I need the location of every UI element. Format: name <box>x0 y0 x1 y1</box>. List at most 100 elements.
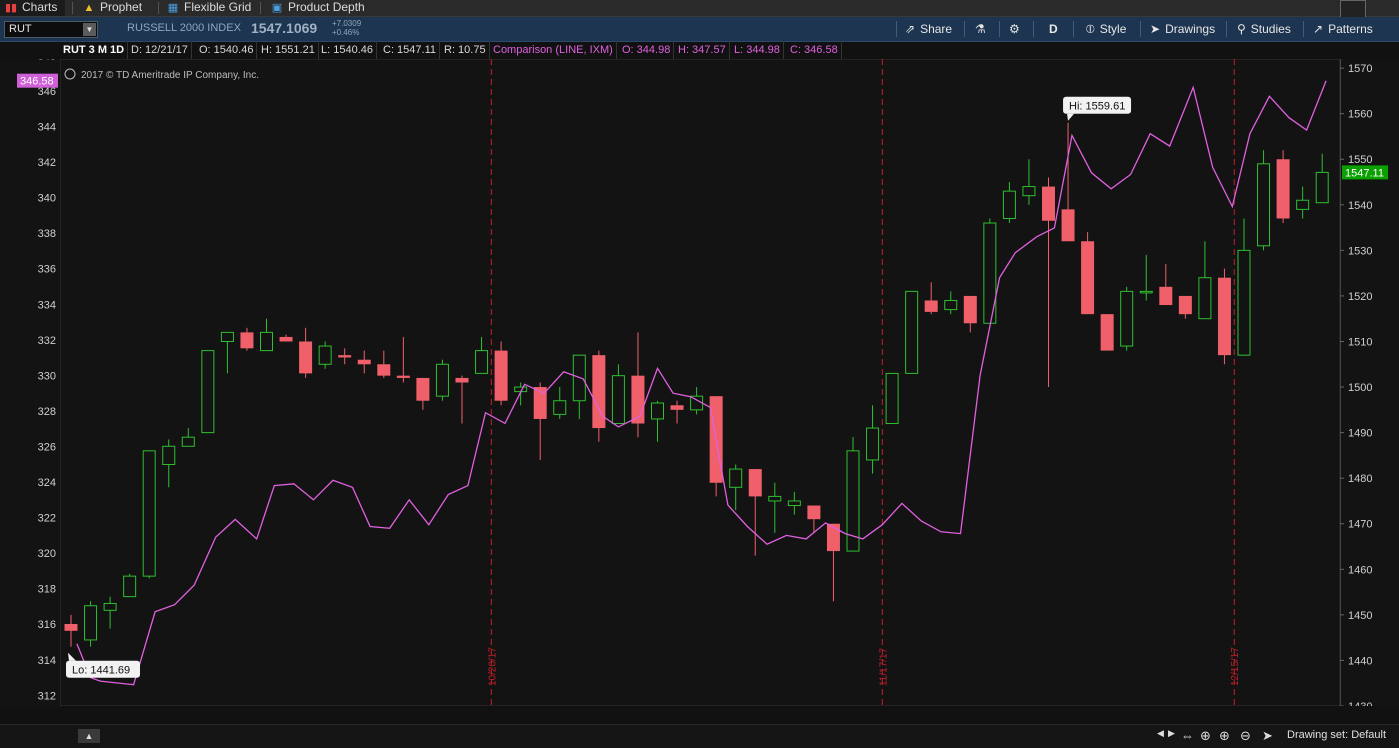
left-axis-tick-label: 348 <box>38 59 56 62</box>
price-chart[interactable]: 10/20/1711/17/1712/15/17 9/2510/210/910/… <box>60 59 1340 706</box>
left-axis-tick-label: 328 <box>38 406 56 418</box>
index-change: +7.0309 +0.46% <box>332 19 361 37</box>
status-date: D: 12/21/17 <box>128 41 192 59</box>
chart-toolbar: RUT ▼ RUSSELL 2000 INDEX 1547.1069 +7.03… <box>0 17 1399 42</box>
candle[interactable] <box>1276 150 1290 224</box>
svg-text:Hi: 1559.61: Hi: 1559.61 <box>1069 100 1125 112</box>
candle[interactable] <box>1120 286 1134 351</box>
patterns-button[interactable]: ↗ Patterns <box>1313 21 1373 37</box>
zoom-out-icon[interactable]: ⊖ <box>1240 728 1251 744</box>
bar-chart-icon: ▮▮ <box>4 2 18 14</box>
right-axis-tick-label: 1560 <box>1348 109 1372 121</box>
index-change-pct: +0.46% <box>332 28 360 37</box>
expand-up-icon: ▲ <box>84 731 94 741</box>
right-axis-tick-label: 1500 <box>1348 382 1372 394</box>
left-axis-tick-label: 334 <box>38 299 56 311</box>
chevron-down-icon[interactable]: ▼ <box>83 23 96 36</box>
settings-button[interactable]: ⚙ <box>1009 21 1020 37</box>
tab-prophet[interactable]: ▲ Prophet <box>78 0 150 16</box>
expand-button[interactable]: ▲ <box>78 729 100 743</box>
last-price-badge: 1547.11 <box>1342 165 1388 180</box>
app-tab-bar: ▮▮ Charts ▲ Prophet ▦ Flexible Grid ▣ Produc… <box>0 0 1399 18</box>
share-icon: ⇗ <box>905 22 916 36</box>
candle[interactable] <box>84 601 98 647</box>
tab-charts[interactable]: ▮▮ Charts <box>0 0 66 16</box>
candle[interactable] <box>123 573 137 598</box>
cursor-icon: ➤ <box>1150 22 1161 36</box>
tab-flexible-grid-label: Flexible Grid <box>184 0 252 14</box>
left-axis-tick-label: 322 <box>38 513 56 525</box>
date-marker-label: 11/17/17 <box>878 647 889 686</box>
pan-icon[interactable]: ⇔ <box>1181 728 1194 743</box>
last-comparison-badge: 346.58 <box>17 73 58 88</box>
drawing-set-label[interactable]: Drawing set: Default <box>1287 729 1386 741</box>
status-close: C: 1547.11 <box>380 41 441 59</box>
tab-flexible-grid[interactable]: ▦ Flexible Grid <box>162 0 259 16</box>
candle[interactable] <box>1257 150 1271 251</box>
scroll-right-icon[interactable]: ▶ <box>1168 728 1175 739</box>
svg-text:1547.11: 1547.11 <box>1345 167 1384 179</box>
style-icon: ⦶ <box>1086 22 1095 36</box>
left-axis-tick-label: 314 <box>38 655 56 667</box>
status-symbol: RUT 3 M 1D <box>60 41 129 59</box>
left-axis-tick-label: 316 <box>38 619 56 631</box>
candle[interactable] <box>318 341 332 369</box>
status-open: O: 1540.46 <box>196 41 258 59</box>
right-axis-tick-label: 1430 <box>1348 701 1372 706</box>
window-control[interactable] <box>1340 0 1366 18</box>
date-marker-label: 12/15/17 <box>1230 647 1241 686</box>
svg-text:Lo: 1441.69: Lo: 1441.69 <box>72 664 130 676</box>
right-axis-tick-label: 1450 <box>1348 610 1372 622</box>
status-low: L: 1540.46 <box>318 41 377 59</box>
candle[interactable] <box>435 359 449 401</box>
chart-footer: ▲ ◀ ▶ ⇔ ⊕ ⊕ ⊖ ➤ Drawing set: Default <box>0 724 1399 748</box>
symbol-input[interactable]: RUT ▼ <box>4 21 98 38</box>
tab-product-depth-label: Product Depth <box>288 0 365 14</box>
right-axis-tick-label: 1510 <box>1348 336 1372 348</box>
status-high: H: 1551.21 <box>258 41 319 59</box>
flask-button[interactable]: ⚗ <box>975 21 986 37</box>
status-cmp-high: H: 347.57 <box>675 41 730 59</box>
right-axis-tick-label: 1530 <box>1348 245 1372 257</box>
flask-icon: ⚗ <box>975 22 986 36</box>
candle[interactable] <box>885 372 899 425</box>
candle[interactable] <box>142 450 156 579</box>
left-axis-tick-label: 330 <box>38 370 56 382</box>
index-name: RUSSELL 2000 INDEX <box>127 22 241 34</box>
left-axis-tick-label: 340 <box>38 193 56 205</box>
left-axis-tick-label: 344 <box>38 122 56 134</box>
left-axis-tick-label: 342 <box>38 157 56 169</box>
share-label: Share <box>920 22 953 36</box>
depth-icon: ▣ <box>271 2 283 14</box>
right-axis-tick-label: 1440 <box>1348 655 1372 667</box>
period-label: D <box>1049 22 1058 36</box>
studies-button[interactable]: ⚲ Studies <box>1237 21 1291 37</box>
svg-text:346.58: 346.58 <box>20 76 54 88</box>
candle[interactable] <box>1081 232 1095 315</box>
right-axis-tick-label: 1520 <box>1348 291 1372 303</box>
scroll-left-icon[interactable]: ◀ <box>1157 728 1164 739</box>
index-change-abs: +7.0309 <box>332 19 362 28</box>
period-button[interactable]: D <box>1049 21 1058 37</box>
left-axis-tick-label: 312 <box>38 690 56 702</box>
studies-label: Studies <box>1250 22 1291 36</box>
left-axis-tick-label: 318 <box>38 584 56 596</box>
crosshair-icon[interactable]: ⊕ <box>1200 728 1211 744</box>
drawings-button[interactable]: ➤ Drawings <box>1150 21 1215 37</box>
candle[interactable] <box>1217 268 1231 365</box>
zoom-in-icon[interactable]: ⊕ <box>1219 728 1230 744</box>
left-price-axis: 312 314 316 318 320 322 324 326 328 330 332 334 336 3… <box>0 59 60 706</box>
candle[interactable] <box>201 350 215 434</box>
candle[interactable] <box>494 341 508 406</box>
candle[interactable] <box>846 437 860 552</box>
right-axis-tick-label: 1460 <box>1348 564 1372 576</box>
left-axis-tick-label: 320 <box>38 548 56 560</box>
tab-product-depth[interactable]: ▣ Product Depth <box>266 0 373 16</box>
style-button[interactable]: ⦶ Style <box>1086 21 1126 37</box>
status-cmp-close: C: 346.58 <box>787 41 842 59</box>
candle[interactable] <box>905 290 919 374</box>
share-button[interactable]: ⇗ Share <box>905 21 952 37</box>
right-axis-tick-label: 1470 <box>1348 519 1372 531</box>
pointer-icon[interactable]: ➤ <box>1262 728 1273 744</box>
candle[interactable] <box>1100 314 1114 351</box>
